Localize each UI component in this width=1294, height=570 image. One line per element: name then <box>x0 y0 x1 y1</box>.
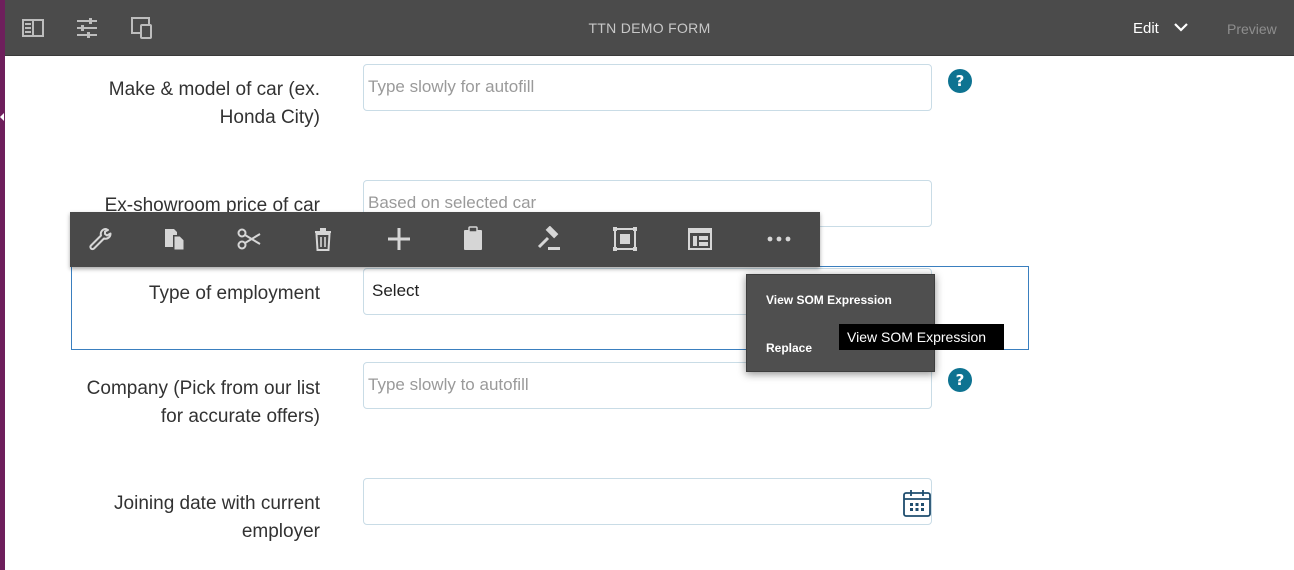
form-title: TTN DEMO FORM <box>588 20 711 36</box>
edit-mode-button[interactable]: Edit <box>1133 20 1159 37</box>
wrench-icon[interactable] <box>87 226 113 252</box>
left-edge-strip <box>0 0 5 570</box>
plus-icon[interactable] <box>386 226 412 252</box>
top-header: TTN DEMO FORM Edit Preview <box>5 0 1294 56</box>
more-icon[interactable] <box>766 226 792 252</box>
trash-icon[interactable] <box>310 226 336 252</box>
gavel-icon[interactable] <box>536 226 562 252</box>
chevron-down-icon[interactable] <box>1172 20 1190 34</box>
price-placeholder: Based on selected car <box>368 193 537 212</box>
car-model-label: Make & model of car (ex. Honda City) <box>108 79 320 128</box>
cut-icon[interactable] <box>236 226 262 252</box>
calendar-icon[interactable] <box>902 488 932 518</box>
car-model-input[interactable]: Type slowly for autofill <box>363 64 932 111</box>
collapse-arrow-icon[interactable] <box>0 113 4 121</box>
joining-date-input[interactable] <box>363 478 932 525</box>
joining-date-label: Joining date with current employer <box>114 493 320 542</box>
company-placeholder: Type slowly to autofill <box>368 375 529 394</box>
component-toolbar <box>70 212 820 267</box>
menu-item-replace[interactable]: Replace <box>766 341 812 355</box>
help-icon[interactable]: ? <box>948 368 972 392</box>
tooltip: View SOM Expression <box>839 324 1004 350</box>
paste-icon[interactable] <box>460 226 486 252</box>
panel-icon[interactable] <box>687 226 713 252</box>
copy-icon[interactable] <box>161 226 187 252</box>
car-model-placeholder: Type slowly for autofill <box>368 77 535 96</box>
company-label: Company (Pick from our list for accurate… <box>86 378 320 427</box>
preview-button[interactable]: Preview <box>1227 21 1277 37</box>
employment-select-value: Select <box>372 281 420 300</box>
group-icon[interactable] <box>612 226 638 252</box>
menu-item-view-som-expression[interactable]: View SOM Expression <box>766 293 892 307</box>
more-actions-menu: View SOM Expression Replace <box>746 274 935 372</box>
help-icon[interactable]: ? <box>948 69 972 93</box>
employment-label: Type of employment <box>148 283 320 304</box>
